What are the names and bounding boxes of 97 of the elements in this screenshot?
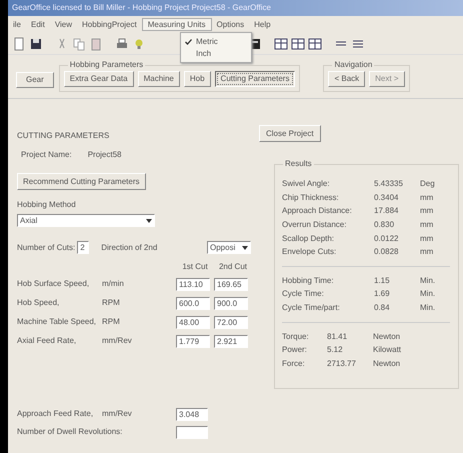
result-value: 1.15 bbox=[374, 276, 391, 286]
result-value: 5.12 bbox=[327, 345, 344, 355]
result-unit: mm bbox=[420, 234, 434, 244]
result-label: Envelope Cuts: bbox=[282, 247, 338, 257]
result-label: Scallop Depth: bbox=[282, 234, 336, 244]
unit-label: m/min bbox=[101, 279, 125, 289]
field-label: Project Name: bbox=[21, 150, 72, 160]
menu-item[interactable]: Edit bbox=[26, 18, 50, 30]
result-unit: Min. bbox=[420, 302, 436, 313]
result-unit: Newton bbox=[373, 358, 402, 368]
result-value: 0.830 bbox=[374, 220, 396, 230]
result-label: Cycle Time/part: bbox=[282, 302, 341, 313]
unit-label: mm/Rev bbox=[101, 409, 133, 419]
result-label: Swivel Angle: bbox=[282, 179, 331, 189]
value-field[interactable]: 1.779 bbox=[176, 334, 210, 348]
result-value: 0.0828 bbox=[374, 247, 400, 257]
result-value: 0.0122 bbox=[374, 234, 400, 244]
value-field[interactable]: 900.0 bbox=[214, 296, 248, 310]
group-label: Results bbox=[283, 159, 314, 169]
value-field[interactable]: 2.921 bbox=[214, 334, 248, 348]
method-dropdown[interactable]: Axial bbox=[17, 214, 155, 227]
result-value: 2713.77 bbox=[327, 358, 357, 368]
result-unit: Min. bbox=[420, 289, 436, 299]
value-field[interactable]: 3.048 bbox=[176, 408, 208, 421]
value-field[interactable] bbox=[176, 426, 208, 439]
group-label: Hobbing Parameters bbox=[68, 60, 146, 70]
table-icon[interactable] bbox=[291, 36, 305, 50]
printer-icon[interactable] bbox=[115, 36, 129, 50]
window-title: GearOffice licensed to Bill Miller - Hobbing Project Project58 - GearOffice bbox=[8, 0, 463, 16]
table-icon[interactable] bbox=[274, 36, 288, 50]
value-field[interactable]: 600.0 bbox=[176, 296, 210, 310]
menu-item[interactable]: Measuring Units bbox=[142, 18, 212, 32]
result-label: Cycle Time: bbox=[282, 289, 325, 299]
result-label: Approach Distance: bbox=[282, 206, 353, 216]
field-label: Hob Surface Speed, bbox=[17, 279, 90, 289]
menu-item[interactable]: Metric bbox=[181, 36, 251, 48]
result-value: 5.43335 bbox=[374, 179, 404, 189]
section-heading: CUTTING PARAMETERS bbox=[17, 130, 110, 140]
unit-label: mm/Rev bbox=[101, 336, 133, 346]
menu-item[interactable]: Inch bbox=[181, 48, 251, 60]
value-field[interactable]: 72.00 bbox=[214, 316, 248, 329]
nav-button[interactable]: < Back bbox=[328, 71, 366, 87]
result-unit: mm bbox=[420, 247, 434, 257]
group-label: Navigation bbox=[332, 60, 374, 70]
result-value: 81.41 bbox=[327, 332, 348, 342]
field-label: Number of Cuts: bbox=[17, 242, 76, 252]
cuts-field[interactable]: 2 bbox=[77, 240, 90, 254]
table-icon[interactable] bbox=[308, 36, 322, 50]
result-unit: mm bbox=[420, 220, 434, 230]
value-field[interactable]: 169.65 bbox=[214, 278, 248, 291]
menu-item[interactable]: Options bbox=[212, 18, 250, 30]
tab[interactable]: Machine bbox=[138, 71, 180, 87]
field-label: Axial Feed Rate, bbox=[17, 336, 78, 346]
clipboard-icon[interactable] bbox=[89, 36, 103, 50]
result-label: Force: bbox=[282, 358, 306, 368]
result-label: Chip Thickness: bbox=[282, 192, 340, 202]
tab[interactable]: Cutting Parameters bbox=[214, 71, 296, 87]
field-value: Project58 bbox=[88, 150, 122, 160]
result-unit: Newton bbox=[373, 332, 402, 342]
column-header: 1st Cut bbox=[181, 262, 209, 272]
dropdown-arrow-icon bbox=[146, 218, 152, 223]
close-project-button[interactable]: Close Project bbox=[259, 124, 321, 142]
result-value: 17.884 bbox=[374, 206, 400, 216]
column-header: 2nd Cut bbox=[218, 262, 248, 272]
result-unit: Deg bbox=[420, 179, 436, 189]
menu-item[interactable]: HobbingProject bbox=[77, 18, 142, 30]
gear-button[interactable]: Gear bbox=[16, 72, 54, 88]
result-unit: mm bbox=[420, 192, 434, 202]
result-value: 0.3404 bbox=[374, 192, 400, 202]
tab[interactable]: Extra Gear Data bbox=[64, 71, 134, 87]
value-field[interactable]: 48.00 bbox=[176, 316, 210, 329]
field-label: Machine Table Speed, bbox=[17, 317, 97, 327]
result-unit: mm bbox=[420, 206, 434, 216]
field-label: Direction of 2nd bbox=[101, 242, 158, 252]
result-label: Overrun Distance: bbox=[282, 220, 348, 230]
field-label: Number of Dwell Revolutions: bbox=[17, 427, 124, 437]
result-unit: Kilowatt bbox=[373, 345, 402, 355]
result-value: 1.69 bbox=[374, 289, 391, 299]
field-label: Hob Speed, bbox=[17, 298, 60, 308]
result-unit: Min. bbox=[420, 276, 436, 286]
menu-item[interactable]: View bbox=[50, 18, 78, 30]
tab[interactable]: Hob bbox=[184, 71, 211, 87]
result-label: Hobbing Time: bbox=[282, 276, 335, 286]
unit-label: RPM bbox=[101, 298, 121, 308]
unit-label: RPM bbox=[101, 317, 121, 327]
recommend-button[interactable]: Recommend Cutting Parameters bbox=[17, 172, 146, 190]
value-field[interactable]: 113.10 bbox=[176, 278, 210, 291]
direction-dropdown[interactable]: Opposi bbox=[207, 240, 251, 254]
field-label: Hobbing Method bbox=[17, 200, 77, 210]
result-label: Power: bbox=[282, 345, 308, 355]
menu-item[interactable]: Help bbox=[249, 18, 276, 30]
result-value: 0.84 bbox=[374, 302, 391, 313]
result-label: Torque: bbox=[282, 332, 310, 342]
check-icon bbox=[185, 38, 192, 45]
field-label: Approach Feed Rate, bbox=[17, 409, 94, 419]
dropdown-arrow-icon bbox=[242, 246, 248, 250]
menu-item[interactable]: ile bbox=[8, 18, 26, 30]
